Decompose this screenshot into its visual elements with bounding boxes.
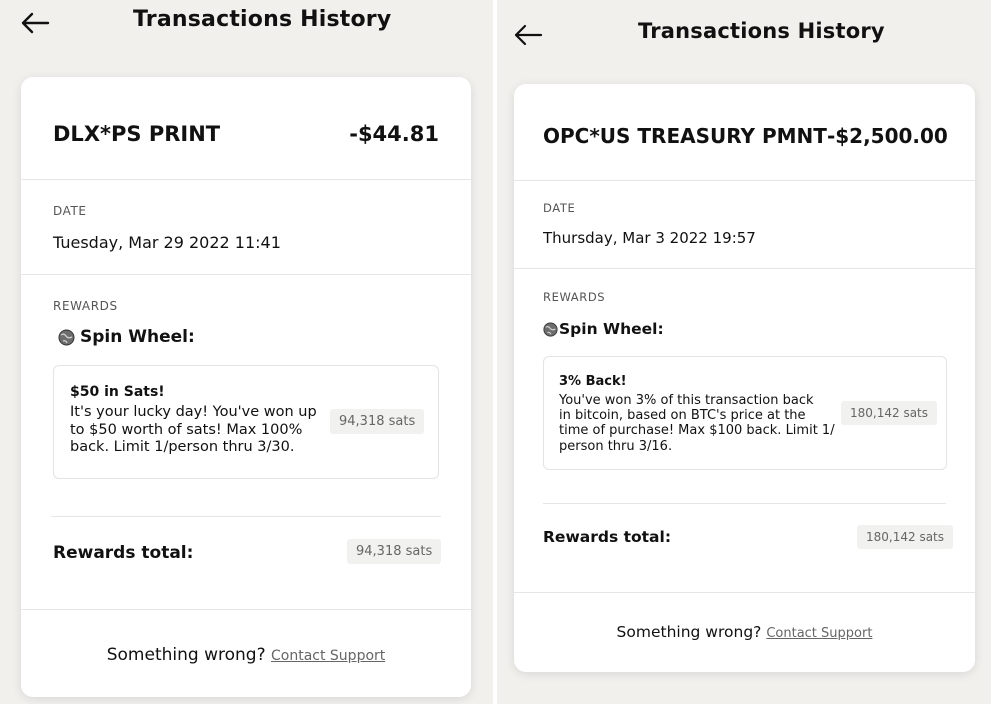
reward-offer-line: You've won 3% of this transaction back bbox=[559, 393, 814, 408]
reward-offer-sats-badge: 180,142 sats bbox=[841, 401, 937, 425]
transaction-summary: DLX*PS PRINT -$44.81 bbox=[21, 119, 471, 149]
support-question: Something wrong? bbox=[106, 645, 266, 665]
support-row: Something wrong? Contact Support bbox=[514, 623, 975, 641]
date-value: Thursday, Mar 3 2022 19:57 bbox=[543, 229, 756, 247]
rewards-label: REWARDS bbox=[53, 299, 118, 313]
spin-wheel-row: Spin Wheel: bbox=[58, 327, 195, 347]
back-arrow-icon[interactable] bbox=[20, 12, 50, 34]
divider bbox=[514, 592, 975, 593]
transaction-screen-right: Transactions History OPC*US TREASURY PMN… bbox=[497, 0, 991, 704]
spin-wheel-label: Spin Wheel: bbox=[559, 320, 664, 338]
divider bbox=[21, 274, 471, 275]
merchant-name: OPC*US TREASURY PMNT bbox=[543, 124, 827, 148]
globe-icon bbox=[58, 329, 75, 346]
support-question: Something wrong? bbox=[616, 623, 762, 641]
divider bbox=[21, 609, 471, 610]
rewards-total-sats-badge: 180,142 sats bbox=[857, 525, 953, 549]
reward-offer-description: It's your lucky day! You've won up to $5… bbox=[70, 404, 320, 457]
reward-offer-description: You've won 3% of this transaction back i… bbox=[559, 393, 849, 454]
reward-offer-line: It's your lucky day! You've won up bbox=[70, 404, 317, 420]
transaction-screen-left: Transactions History DLX*PS PRINT -$44.8… bbox=[0, 0, 493, 704]
rewards-total-label: Rewards total: bbox=[53, 543, 194, 563]
reward-offer-card: $50 in Sats! It's your lucky day! You've… bbox=[53, 365, 439, 479]
reward-offer-line: person thru 3/16. bbox=[559, 438, 673, 454]
reward-offer-card: 3% Back! You've won 3% of this transacti… bbox=[543, 356, 947, 470]
reward-offer-line: back. Limit 1/person thru 3/30. bbox=[70, 439, 295, 456]
rewards-total-sats-badge: 94,318 sats bbox=[347, 539, 442, 564]
reward-offer-line: time of purchase! Max $100 back. Limit 1… bbox=[559, 423, 835, 439]
globe-icon bbox=[543, 321, 558, 337]
date-value: Tuesday, Mar 29 2022 11:41 bbox=[53, 233, 281, 252]
rewards-label: REWARDS bbox=[543, 290, 606, 304]
contact-support-link[interactable]: Contact Support bbox=[766, 626, 872, 641]
divider bbox=[514, 180, 975, 181]
support-row: Something wrong? Contact Support bbox=[21, 645, 471, 665]
reward-offer-line: in bitcoin, based on BTC's price at the bbox=[559, 408, 806, 424]
spin-wheel-label: Spin Wheel: bbox=[80, 327, 195, 347]
contact-support-link[interactable]: Contact Support bbox=[271, 648, 385, 664]
transaction-amount: -$2,500.00 bbox=[826, 124, 948, 148]
divider bbox=[543, 503, 946, 504]
divider bbox=[51, 516, 441, 517]
transaction-amount: -$44.81 bbox=[349, 122, 439, 146]
reward-offer-sats-badge: 94,318 sats bbox=[330, 409, 425, 434]
reward-offer-title: 3% Back! bbox=[559, 374, 627, 389]
page-title: Transactions History bbox=[133, 7, 392, 32]
divider bbox=[514, 268, 975, 269]
transaction-card: OPC*US TREASURY PMNT -$2,500.00 DATE Thu… bbox=[514, 84, 975, 672]
reward-offer-line: to $50 worth of sats! Max 100% bbox=[70, 421, 303, 438]
rewards-total-label: Rewards total: bbox=[543, 528, 672, 546]
transaction-summary: OPC*US TREASURY PMNT -$2,500.00 bbox=[514, 121, 975, 151]
spin-wheel-row: Spin Wheel: bbox=[543, 320, 664, 338]
reward-offer-title: $50 in Sats! bbox=[70, 384, 165, 400]
page-title: Transactions History bbox=[638, 19, 885, 43]
back-arrow-icon[interactable] bbox=[513, 24, 543, 46]
transaction-card: DLX*PS PRINT -$44.81 DATE Tuesday, Mar 2… bbox=[21, 77, 471, 697]
merchant-name: DLX*PS PRINT bbox=[53, 122, 221, 146]
divider bbox=[21, 179, 471, 180]
date-label: DATE bbox=[543, 201, 576, 215]
date-label: DATE bbox=[53, 204, 87, 218]
